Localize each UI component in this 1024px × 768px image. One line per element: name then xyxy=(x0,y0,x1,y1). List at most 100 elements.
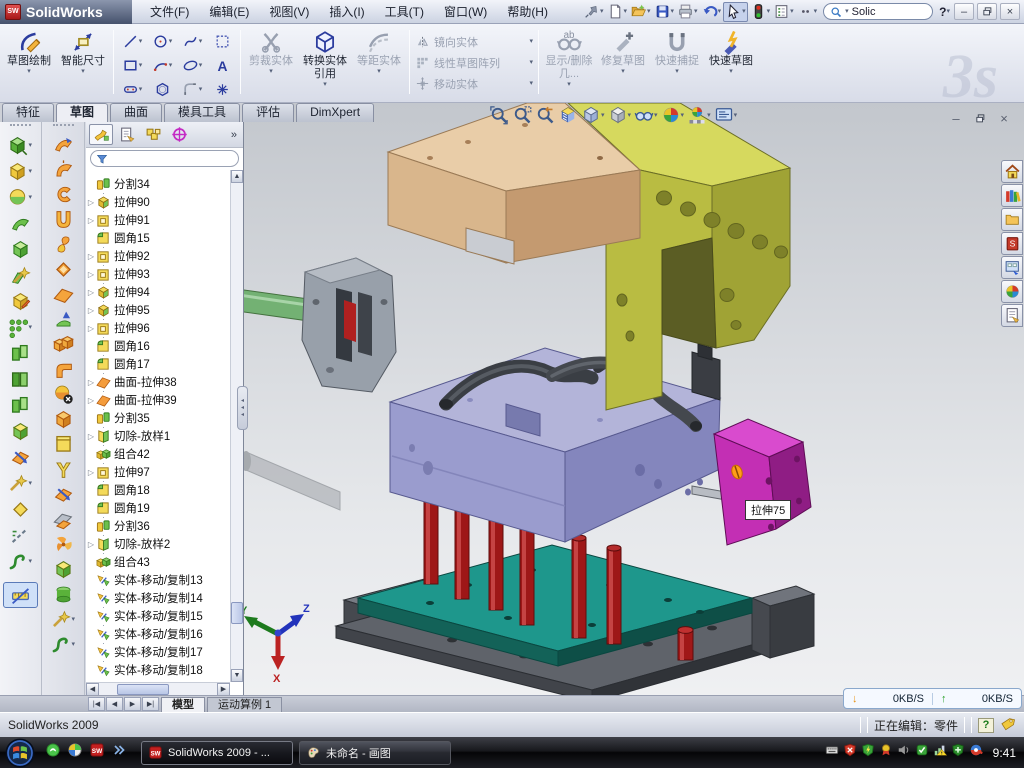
surface-toolbar-button[interactable]: ▾ xyxy=(43,457,84,482)
scroll-up-arrow[interactable]: ▲ xyxy=(231,170,243,183)
zoom-to-area-button[interactable]: ▾ xyxy=(511,104,533,126)
feature-tree-item[interactable]: ▷ 曲面-拉伸38 xyxy=(86,373,230,391)
model-clamp-insert[interactable] xyxy=(244,258,396,392)
model-side-block[interactable] xyxy=(714,419,811,545)
doc-restore-button[interactable] xyxy=(972,110,988,127)
surface-toolbar-button[interactable]: ▾ xyxy=(43,432,84,457)
tab-nav-button[interactable]: ▶| xyxy=(142,697,159,711)
tray-keyboard[interactable] xyxy=(825,743,839,762)
tab-nav-button[interactable]: ◀ xyxy=(106,697,123,711)
taskpane-appearances-tab[interactable] xyxy=(1001,280,1023,303)
expander-icon[interactable]: ▷ xyxy=(86,432,96,441)
scroll-down-arrow[interactable]: ▼ xyxy=(231,669,243,682)
feature-tree-item[interactable]: ▷ 拉伸95 xyxy=(86,301,230,319)
scroll-thumb[interactable] xyxy=(231,602,243,624)
feature-tree-item[interactable]: ▷ 组合42 xyxy=(86,445,230,463)
menu-item[interactable]: 插入(I) xyxy=(319,1,374,23)
expander-icon[interactable]: ▷ xyxy=(86,324,96,333)
tray-badge[interactable] xyxy=(879,743,893,762)
scroll-left-arrow[interactable]: ◀ xyxy=(86,683,99,696)
sketch-text-tool[interactable]: A▾ xyxy=(207,53,237,77)
tab-nav-button[interactable]: ▶ xyxy=(124,697,141,711)
configurationmanager-tab[interactable] xyxy=(141,124,165,145)
quicklaunch-safe[interactable] xyxy=(67,742,83,763)
undo-button[interactable]: ▾ xyxy=(700,2,723,22)
taskpane-view-palette-tab[interactable] xyxy=(1001,256,1023,279)
feature-toolbar-button[interactable]: ▾ xyxy=(0,262,41,288)
minimize-button[interactable]: – xyxy=(954,3,974,20)
feature-tree-item[interactable]: ▷ 圆角15 xyxy=(86,229,230,247)
feature-tree-item[interactable]: ▷ 圆角18 xyxy=(86,481,230,499)
surface-toolbar-button[interactable]: ▾ xyxy=(43,482,84,507)
feature-toolbar-button[interactable]: ▾ xyxy=(0,522,41,548)
feature-tree-item[interactable]: ▷ 圆角19 xyxy=(86,499,230,517)
tray-antivirus[interactable] xyxy=(843,743,857,762)
surface-toolbar-button[interactable]: ▾ xyxy=(43,357,84,382)
point-tool[interactable]: ▾ xyxy=(207,77,237,101)
feature-tree-item[interactable]: ▷ 实体-移动/复制18 xyxy=(86,661,230,679)
tray-ok[interactable] xyxy=(915,743,929,762)
expander-icon[interactable]: ▷ xyxy=(86,396,96,405)
feature-toolbar-button[interactable]: ▾ xyxy=(0,470,41,496)
surface-toolbar-button[interactable]: ▾ xyxy=(43,382,84,407)
feature-tree-item[interactable]: ▷ 切除-放样2 xyxy=(86,535,230,553)
taskpane-resources-tab[interactable] xyxy=(1001,160,1023,183)
surface-toolbar-button[interactable]: ▾ xyxy=(43,307,84,332)
previous-view-button[interactable]: ▾ xyxy=(534,104,556,126)
propertymanager-tab[interactable] xyxy=(115,124,139,145)
search-box[interactable]: ▾ xyxy=(823,3,933,20)
doc-minimize-button[interactable]: – xyxy=(948,110,964,127)
feature-toolbar-button[interactable]: ▾ xyxy=(0,340,41,366)
expander-icon[interactable]: ▷ xyxy=(86,540,96,549)
surface-toolbar-button[interactable]: ▾ xyxy=(43,407,84,432)
surface-toolbar-button[interactable]: ▾ xyxy=(43,507,84,532)
apply-scene-button[interactable]: ▾ xyxy=(686,104,712,126)
menu-item[interactable]: 文件(F) xyxy=(140,1,199,23)
move-entities-button[interactable]: 移动实体 ▾ xyxy=(413,73,535,94)
feature-toolbar-button[interactable]: ▾ xyxy=(0,288,41,314)
save-button[interactable]: ▾ xyxy=(653,2,676,22)
tree-filter-input[interactable] xyxy=(90,150,239,167)
feature-tree-item[interactable]: ▷ 拉伸97 xyxy=(86,463,230,481)
rapid-sketch-button[interactable]: 快速草图 ▾ xyxy=(704,27,758,97)
featuremanager-tab[interactable] xyxy=(89,124,113,145)
expander-icon[interactable]: ▷ xyxy=(86,198,96,207)
feature-toolbar-button[interactable]: ▾ xyxy=(0,418,41,444)
tray-volume[interactable] xyxy=(897,743,911,762)
tags-button[interactable] xyxy=(1000,716,1016,735)
feature-tree-item[interactable]: ▷ 曲面-拉伸39 xyxy=(86,391,230,409)
section-view-button[interactable]: ▾ xyxy=(557,104,579,126)
tray-shield[interactable] xyxy=(861,743,875,762)
restore-button[interactable] xyxy=(977,3,997,20)
menu-item[interactable]: 编辑(E) xyxy=(199,1,259,23)
sketch-fillet-tool[interactable]: ▾ xyxy=(177,77,207,101)
feature-toolbar-button[interactable]: ▾ xyxy=(0,236,41,262)
feature-tree-item[interactable]: ▷ 拉伸94 xyxy=(86,283,230,301)
expander-icon[interactable]: ▷ xyxy=(86,216,96,225)
model-locating-pin[interactable] xyxy=(678,627,693,660)
feature-tree-item[interactable]: ▷ 实体-移动/复制13 xyxy=(86,571,230,589)
feature-toolbar-button[interactable]: ▾ xyxy=(0,314,41,340)
feature-tree-item[interactable]: ▷ 分割35 xyxy=(86,409,230,427)
tab-features[interactable]: 特征 xyxy=(2,103,54,122)
smart-dimension-button[interactable]: 智能尺寸 ▾ xyxy=(56,27,110,97)
feature-tree-item[interactable]: ▷ 分割34 xyxy=(86,175,230,193)
ellipse-tool[interactable]: ▾ xyxy=(177,53,207,77)
help-button[interactable]: ?▾ xyxy=(938,2,951,22)
feature-toolbar-button[interactable]: ▾ xyxy=(0,366,41,392)
feature-tree-item[interactable]: ▷ 拉伸91 xyxy=(86,211,230,229)
expander-icon[interactable]: ▷ xyxy=(86,306,96,315)
surface-toolbar-button[interactable]: ▾ xyxy=(43,607,84,632)
line-tool[interactable]: ▾ xyxy=(117,29,147,53)
tray-network-warning[interactable] xyxy=(933,743,947,762)
scroll-thumb[interactable] xyxy=(117,684,169,695)
start-button[interactable] xyxy=(5,738,35,768)
tab-surfaces[interactable]: 曲面 xyxy=(110,103,162,122)
feature-tree-item[interactable]: ▷ 实体-移动/复制15 xyxy=(86,607,230,625)
tree-horizontal-scrollbar[interactable]: ◀ ▶ xyxy=(86,682,230,695)
model-tab[interactable]: 模型 xyxy=(161,697,205,712)
new-document-button[interactable]: ▾ xyxy=(606,2,629,22)
surface-toolbar-button[interactable]: ▾ xyxy=(43,332,84,357)
expander-icon[interactable]: ▷ xyxy=(86,378,96,387)
feature-tree-item[interactable]: ▷ 实体-移动/复制16 xyxy=(86,625,230,643)
